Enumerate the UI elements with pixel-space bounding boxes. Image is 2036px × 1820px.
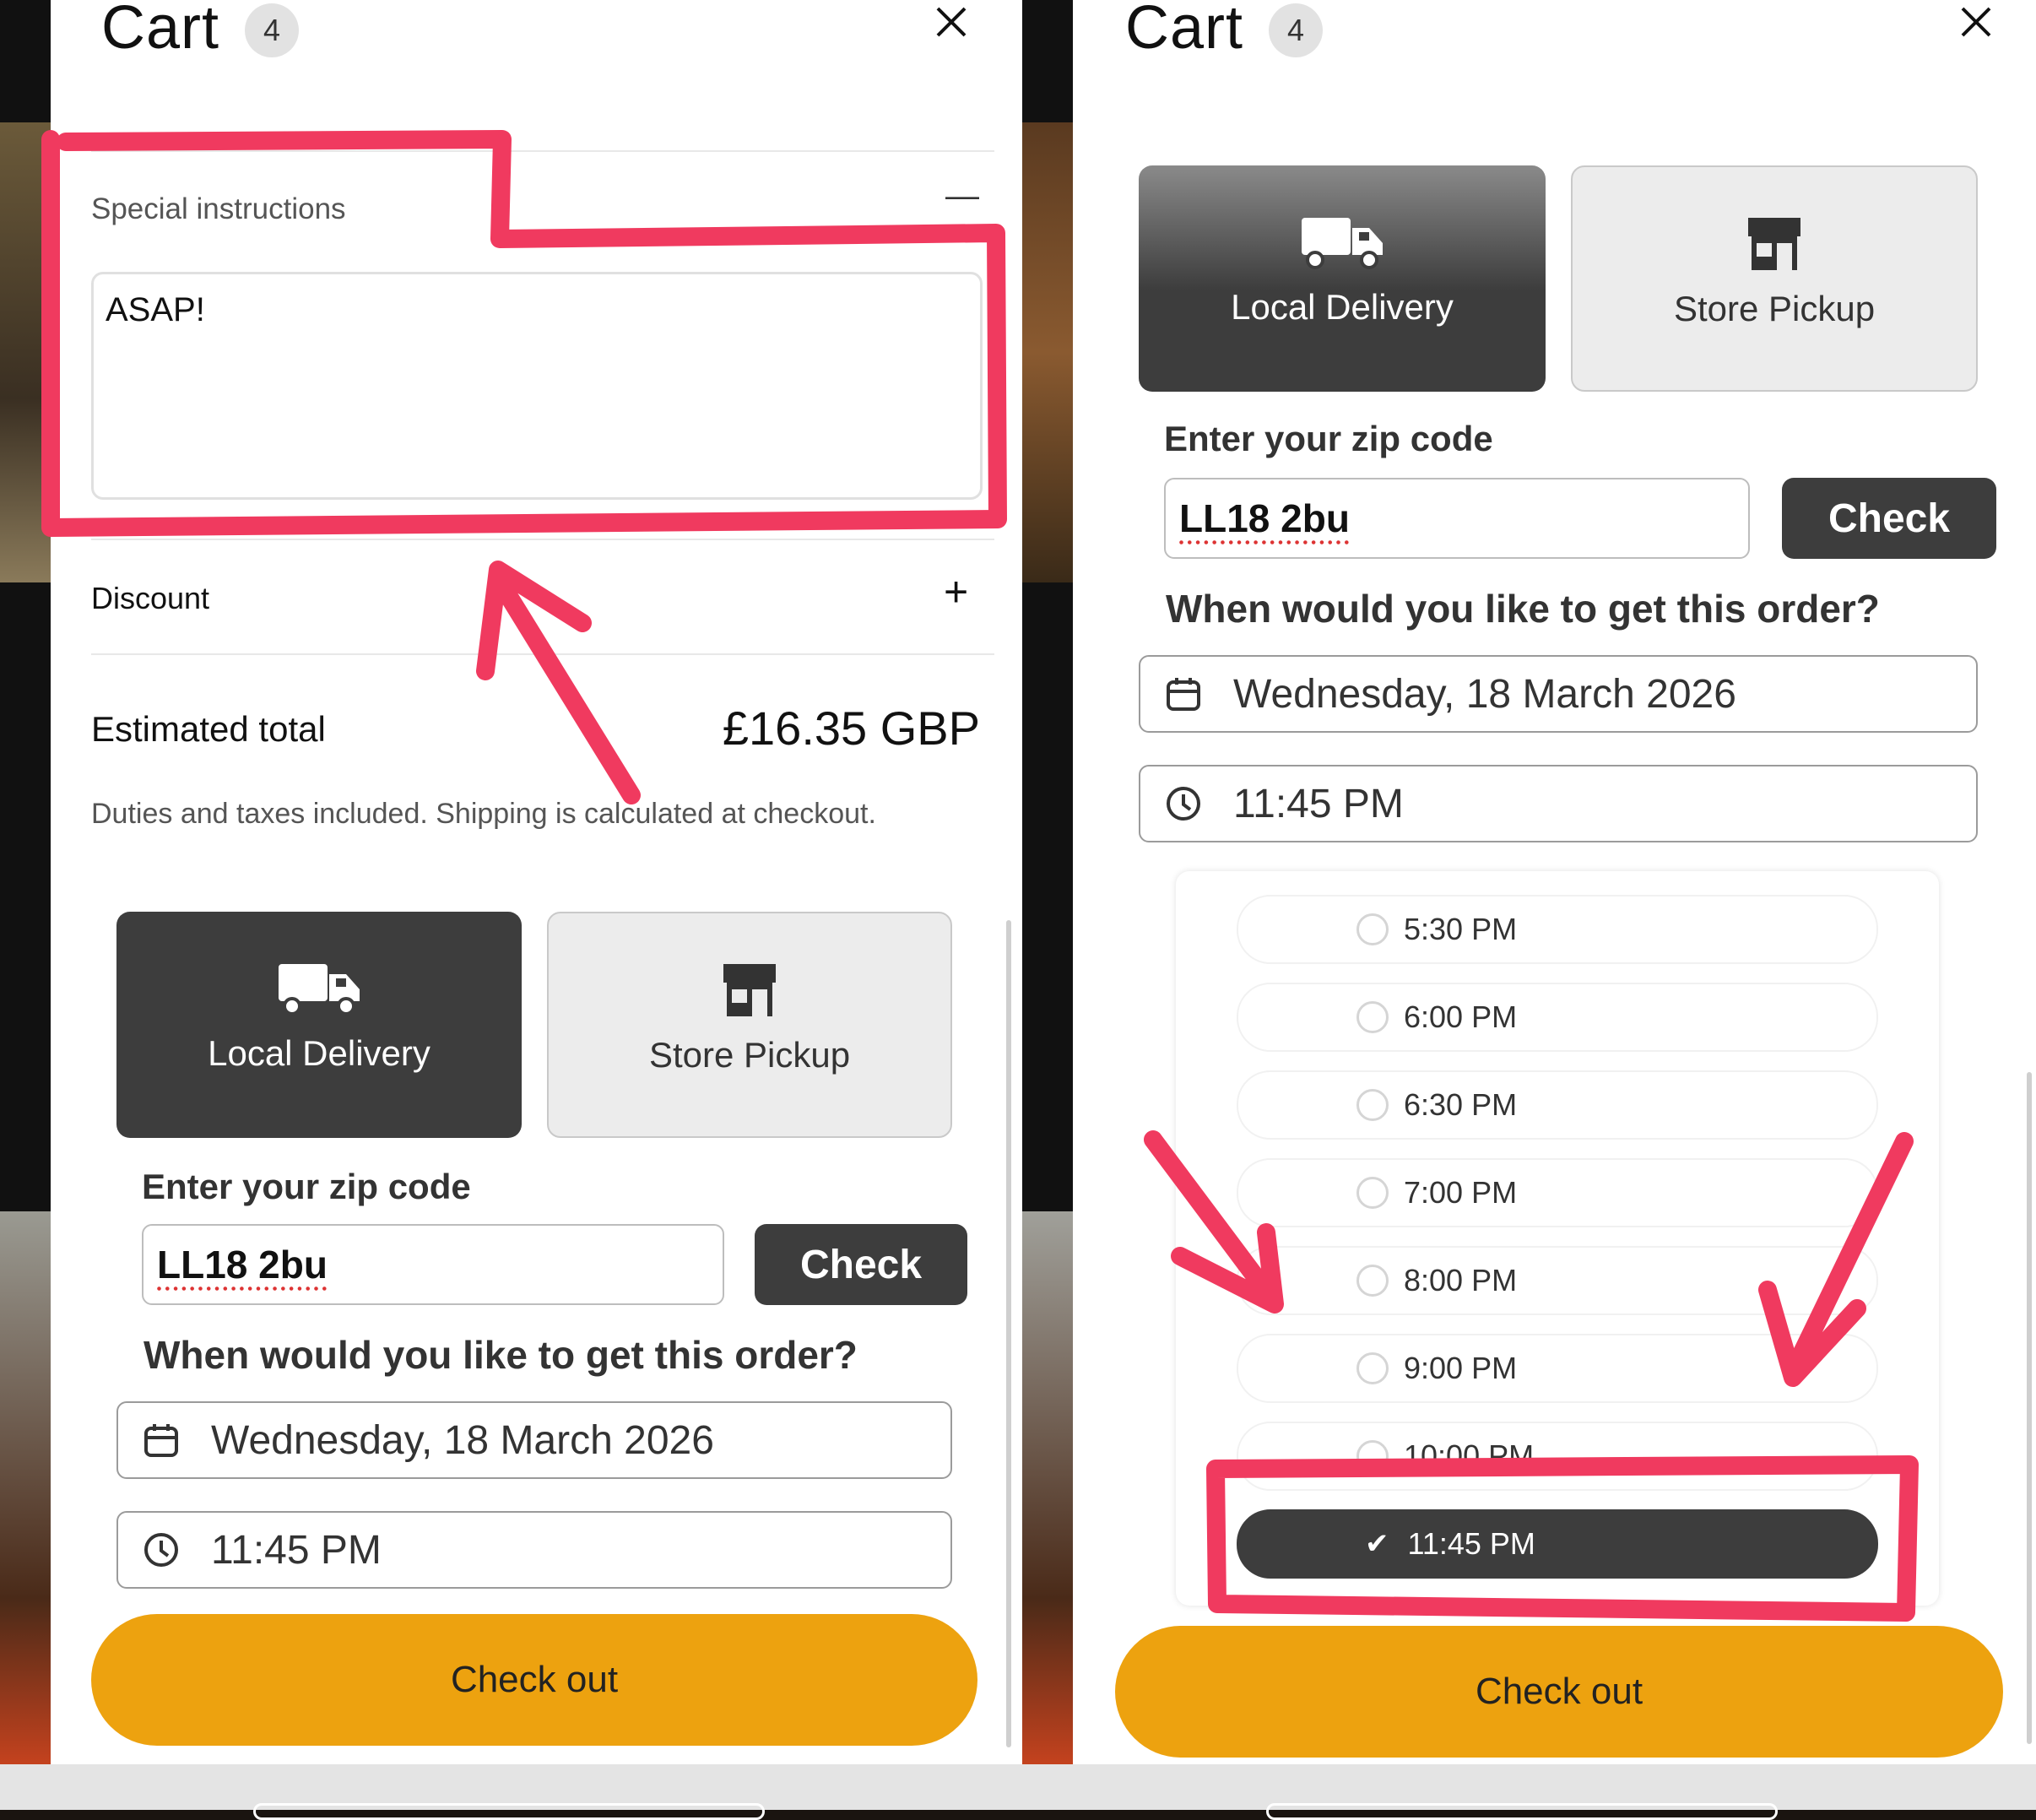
zip-code-label: Enter your zip code <box>1164 419 1493 458</box>
time-slot-option[interactable]: 7:00 PM <box>1237 1158 1878 1227</box>
discount-label[interactable]: Discount <box>91 581 209 616</box>
delivery-time-question: When would you like to get this order? <box>143 1333 858 1377</box>
scrollbar[interactable] <box>2027 1072 2032 1744</box>
date-value: Wednesday, 18 March 2026 <box>1233 671 1736 717</box>
radio-icon <box>1356 1440 1389 1472</box>
local-delivery-tab[interactable]: Local Delivery <box>1139 165 1546 392</box>
time-value: 11:45 PM <box>1233 781 1404 826</box>
check-button[interactable]: Check <box>1782 478 1996 559</box>
estimated-total-label: Estimated total <box>91 709 326 749</box>
time-slot-label: 10:00 PM <box>1404 1438 1535 1473</box>
time-slot-option[interactable]: 9:00 PM <box>1237 1334 1878 1403</box>
store-pickup-label: Store Pickup <box>648 1035 851 1075</box>
nav-handle[interactable] <box>253 1803 765 1820</box>
special-instructions-textarea[interactable]: ASAP! <box>91 272 983 500</box>
divider <box>91 150 994 152</box>
time-slot-option[interactable]: 6:00 PM <box>1237 983 1878 1052</box>
store-icon <box>1748 218 1800 270</box>
date-picker[interactable]: Wednesday, 18 March 2026 <box>116 1401 952 1479</box>
expand-toggle[interactable]: + <box>944 567 968 616</box>
zip-code-value: LL18 2bu <box>157 1243 328 1286</box>
estimated-total-value: £16.35 GBP <box>722 701 980 755</box>
time-slot-label: 6:30 PM <box>1404 1087 1518 1122</box>
truck-icon <box>279 964 360 1016</box>
radio-icon <box>1356 1089 1389 1121</box>
zip-code-value: LL18 2bu <box>1179 496 1350 540</box>
radio-icon <box>1356 1265 1389 1297</box>
mid-background-photo-2 <box>1022 1211 1073 1764</box>
taxes-note: Duties and taxes included. Shipping is c… <box>91 798 876 830</box>
calendar-icon <box>1167 678 1200 711</box>
date-value: Wednesday, 18 March 2026 <box>211 1417 714 1463</box>
zip-code-input[interactable]: LL18 2bu <box>1164 478 1750 559</box>
left-background-photo-2 <box>0 1211 51 1764</box>
divider <box>91 653 994 655</box>
cart-count-badge: 4 <box>1269 3 1323 57</box>
store-pickup-tab[interactable]: Store Pickup <box>547 912 952 1138</box>
close-icon[interactable] <box>933 0 970 49</box>
time-picker[interactable]: 11:45 PM <box>116 1511 952 1589</box>
radio-icon <box>1356 1001 1389 1033</box>
mid-background-photo <box>1022 122 1073 582</box>
local-delivery-tab[interactable]: Local Delivery <box>116 912 522 1138</box>
local-delivery-label: Local Delivery <box>1231 287 1454 327</box>
truck-icon <box>1302 218 1383 269</box>
delivery-time-question: When would you like to get this order? <box>1166 587 1880 631</box>
store-pickup-label: Store Pickup <box>1673 289 1876 328</box>
cart-drawer-right: Cart 4 Local Delivery Store Pickup Enter… <box>1073 0 2036 1764</box>
left-background-photo <box>0 122 51 582</box>
check-icon: ✔ <box>1365 1528 1389 1560</box>
cart-drawer-left: Cart 4 Special instructions — ASAP! Disc… <box>51 0 1022 1764</box>
time-slot-label: 8:00 PM <box>1404 1263 1518 1297</box>
time-slot-option[interactable]: 10:00 PM <box>1237 1422 1878 1491</box>
close-icon[interactable] <box>1957 0 1995 49</box>
clock-icon <box>144 1533 178 1567</box>
time-slot-label: 6:00 PM <box>1404 999 1518 1034</box>
radio-icon <box>1356 913 1389 945</box>
cart-title: Cart <box>101 0 220 62</box>
clock-icon <box>1167 787 1200 821</box>
special-instructions-label[interactable]: Special instructions <box>91 192 346 226</box>
time-slot-option[interactable]: 5:30 PM <box>1237 895 1878 964</box>
time-value: 11:45 PM <box>211 1527 382 1573</box>
checkout-button[interactable]: Check out <box>91 1614 977 1746</box>
time-slot-label: 9:00 PM <box>1404 1351 1518 1385</box>
time-picker[interactable]: 11:45 PM <box>1139 765 1978 842</box>
collapse-toggle[interactable]: — <box>945 177 979 215</box>
time-slot-option[interactable]: 8:00 PM <box>1237 1246 1878 1315</box>
calendar-icon <box>144 1424 178 1457</box>
time-slot-dropdown: 5:30 PM 6:00 PM 6:30 PM 7:00 PM 8:00 PM … <box>1176 871 1939 1606</box>
time-slot-label: 11:45 PM <box>1407 1526 1535 1561</box>
zip-code-input[interactable]: LL18 2bu <box>142 1224 724 1305</box>
scrollbar[interactable] <box>1006 920 1011 1747</box>
store-icon <box>723 964 776 1016</box>
divider <box>91 539 994 540</box>
time-slot-option[interactable]: 6:30 PM <box>1237 1070 1878 1140</box>
cart-title: Cart <box>1125 0 1244 62</box>
radio-icon <box>1356 1177 1389 1209</box>
nav-handle[interactable] <box>1266 1803 1778 1820</box>
zip-code-label: Enter your zip code <box>142 1167 471 1206</box>
time-slot-label: 5:30 PM <box>1404 912 1518 946</box>
date-picker[interactable]: Wednesday, 18 March 2026 <box>1139 655 1978 733</box>
check-button[interactable]: Check <box>755 1224 967 1305</box>
local-delivery-label: Local Delivery <box>208 1033 430 1073</box>
time-slot-label: 7:00 PM <box>1404 1175 1518 1210</box>
time-slot-option-selected[interactable]: ✔ 11:45 PM <box>1237 1509 1878 1579</box>
radio-icon <box>1356 1352 1389 1384</box>
store-pickup-tab[interactable]: Store Pickup <box>1571 165 1978 392</box>
checkout-button[interactable]: Check out <box>1115 1626 2003 1758</box>
cart-count-badge: 4 <box>245 3 299 57</box>
